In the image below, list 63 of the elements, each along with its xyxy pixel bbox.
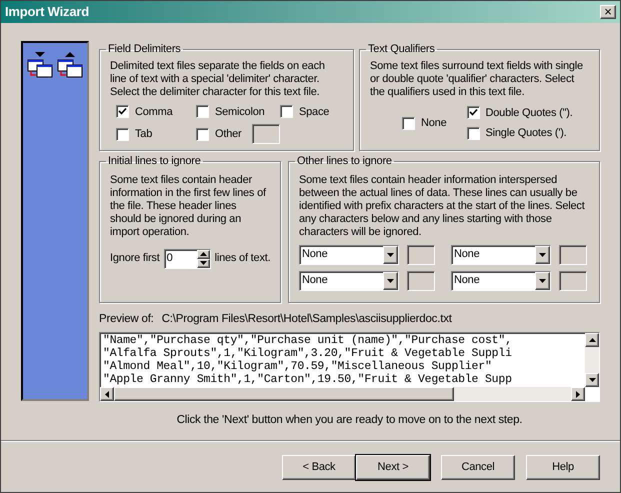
preview-line: "Alfalfa Sprouts",1,"Kilogram",3.20,"Fruit & Vegetable Suppli (103, 347, 512, 360)
close-button[interactable]: × (600, 5, 616, 19)
down-arrow-icon (539, 278, 546, 282)
dropdown[interactable]: None (451, 270, 551, 290)
checkbox[interactable] (280, 105, 293, 118)
up-arrow-icon (200, 252, 207, 256)
checkbox[interactable] (116, 105, 129, 118)
dropdown[interactable]: None (299, 244, 399, 264)
checkbox[interactable] (196, 128, 209, 140)
group-title: Initial lines to ignore (107, 154, 202, 169)
down-arrow-icon (588, 378, 596, 382)
vertical-scrollbar[interactable] (585, 333, 599, 388)
down-arrow-icon (200, 261, 207, 265)
dialog-button[interactable]: Next > (356, 455, 430, 480)
preview-label: Preview of: (99, 312, 154, 327)
checkbox[interactable] (116, 128, 129, 140)
checkbox[interactable] (196, 105, 209, 118)
checkbox-label[interactable]: Tab (135, 126, 152, 142)
checkbox[interactable] (466, 106, 480, 120)
checkbox-label[interactable]: Semicolon (215, 104, 265, 120)
checkbox-label[interactable]: Double Quotes ("). (486, 104, 573, 121)
group-title: Text Qualifiers (367, 42, 436, 57)
ignore-first-label: Ignore first (110, 251, 160, 266)
windows-up-arrow-icon (57, 51, 83, 79)
checkbox-label[interactable]: Comma (135, 104, 173, 120)
dropdown[interactable]: None (299, 270, 399, 290)
other-field[interactable] (252, 124, 280, 144)
prefix-field[interactable] (407, 270, 435, 290)
checkbox-label[interactable]: Other (215, 126, 242, 142)
down-arrow-icon (387, 278, 394, 282)
dialog-button[interactable]: Cancel (441, 455, 515, 480)
spin-field[interactable]: 0 (164, 248, 211, 268)
prefix-field[interactable] (559, 270, 587, 290)
checkbox[interactable] (402, 116, 415, 130)
checkbox-label[interactable]: None (421, 114, 446, 132)
group-title: Other lines to ignore (296, 154, 393, 169)
lines-of-text-label: lines of text. (214, 251, 270, 266)
right-arrow-icon (576, 390, 580, 398)
prefix-field[interactable] (559, 244, 587, 264)
description-text: Some text files contain header information interspersed between the actual lines of data. These lines can usually be identified with prefix characters at the start of the lines. Select any characters below and any lines starting with those characters will be ignored. (299, 174, 586, 238)
checkbox-label[interactable]: Space (299, 104, 330, 120)
description-text: Some text files surround text fields with single or double quote 'qualifier' characters. Select the qualifiers used in this text file. (370, 60, 584, 98)
preview-line: "Apple Granny Smith",1,"Carton",19.50,"Fruit & Vegetable Supp (103, 373, 512, 386)
description-text: Some text files contain header information in the first few lines of the file. These header lines should be ignored during an import operation. (110, 174, 267, 238)
checkbox[interactable] (466, 126, 480, 140)
preview-line: "Almond Meal",10,"Kilogram",70.59,"Miscellaneous Supplier" (103, 360, 492, 374)
group-title: Field Delimiters (107, 42, 182, 57)
description-text: Delimited text files separate the fields on each line of text with a special 'delimiter' character. Select the delimiter character for this text file. (110, 60, 326, 98)
checkbox-label[interactable]: Single Quotes ('). (486, 125, 567, 142)
horizontal-scrollbar[interactable] (100, 387, 585, 402)
file-path: C:\Program Files\Resort\Hotel\Samples\asciisupplierdoc.txt (162, 312, 452, 327)
down-arrow-icon (539, 252, 546, 256)
down-arrow-icon (387, 252, 394, 256)
windows-down-arrow-icon (27, 51, 53, 79)
up-arrow-icon (588, 338, 596, 342)
prefix-field[interactable] (407, 244, 435, 264)
dialog-button[interactable]: Help (526, 455, 600, 480)
window-title: Import Wizard (5, 3, 89, 22)
dropdown[interactable]: None (451, 244, 551, 264)
left-arrow-icon (105, 390, 109, 398)
hint-text: Click the 'Next' button when you are ready to move on to the next step. (176, 413, 524, 428)
dialog-button[interactable]: < Back (282, 455, 356, 480)
preview-line: "Name","Purchase qty","Purchase unit (name)","Purchase cost", (103, 334, 512, 348)
